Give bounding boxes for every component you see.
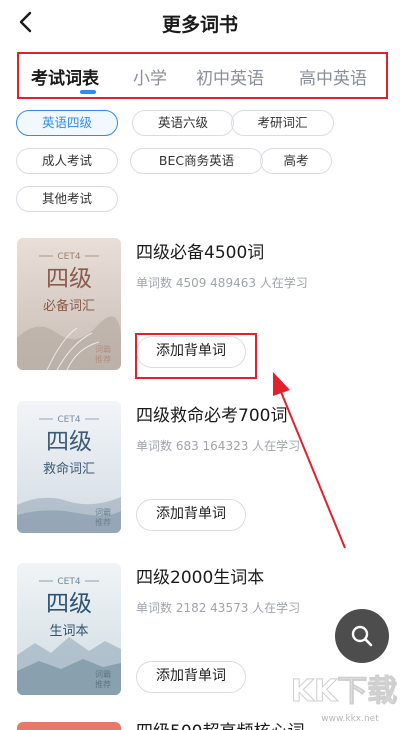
chip-postgrad[interactable]: 考研词汇: [231, 110, 334, 136]
book-meta: 单词数 2182 43573 人在学习: [136, 601, 301, 615]
book-title-partial[interactable]: 四级500超高频核心词: [136, 721, 304, 730]
annotation-highlight-box: [135, 333, 257, 379]
add-to-study-button[interactable]: 添加背单词: [136, 499, 246, 531]
svg-text:词霸: 词霸: [95, 508, 111, 517]
page-title: 更多词书: [161, 14, 238, 36]
cover-title: 四级: [46, 266, 92, 292]
search-icon: [351, 625, 373, 647]
tab-exam-wordlist[interactable]: 考试词表: [31, 64, 99, 89]
cover-tag: CET4: [57, 252, 80, 262]
book-title[interactable]: 四级2000生词本: [136, 563, 264, 588]
watermark-url: www.kkx.net: [321, 714, 379, 724]
header: 更多词书: [0, 0, 400, 44]
svg-text:词霸: 词霸: [95, 670, 111, 679]
cover-title: 四级: [46, 591, 92, 617]
tab-senior-english[interactable]: 高中英语: [299, 64, 367, 89]
book-cover[interactable]: CET4 四级 救命词汇 词霸 推荐: [17, 401, 121, 533]
chip-bec[interactable]: BEC商务英语: [130, 148, 263, 174]
cover-subtitle: 生词本: [49, 624, 88, 639]
cover-title: 四级: [46, 429, 92, 455]
chip-adult-exam[interactable]: 成人考试: [16, 148, 118, 174]
book-meta: 单词数 683 164323 人在学习: [136, 439, 301, 453]
active-tab-indicator: [80, 90, 96, 94]
book-meta: 单词数 4509 489463 人在学习: [136, 276, 308, 290]
watermark: KK下载 www.kkx.net: [288, 655, 398, 727]
chip-other-exams[interactable]: 其他考试: [16, 186, 118, 212]
svg-text:推荐: 推荐: [95, 517, 111, 527]
add-to-study-button[interactable]: 添加背单词: [136, 661, 246, 693]
book-cover-partial[interactable]: [17, 722, 121, 730]
book-cover[interactable]: CET4 四级 必备词汇 词霸 推荐: [17, 238, 121, 370]
book-title[interactable]: 四级救命必考700词: [136, 401, 287, 426]
cover-tag: CET4: [57, 415, 80, 425]
svg-text:词霸: 词霸: [95, 345, 111, 354]
chip-gaokao[interactable]: 高考: [260, 148, 332, 174]
svg-text:推荐: 推荐: [95, 679, 111, 689]
category-tabs: 考试词表 小学 初中英语 高中英语: [17, 52, 388, 99]
chip-cet4[interactable]: 英语四级: [16, 110, 118, 136]
cover-subtitle: 救命词汇: [43, 461, 95, 477]
tab-primary-school[interactable]: 小学: [133, 64, 167, 89]
book-item[interactable]: CET4 四级 救命词汇 词霸 推荐 四级救命必考700词 单词数 683 16…: [17, 401, 387, 535]
cover-tag: CET4: [57, 577, 80, 587]
watermark-logo: KK下载: [291, 674, 398, 709]
svg-text:推荐: 推荐: [95, 354, 111, 364]
tab-junior-english[interactable]: 初中英语: [196, 64, 264, 89]
book-cover[interactable]: CET4 四级 生词本 词霸 推荐: [17, 563, 121, 695]
cover-subtitle: 必备词汇: [43, 298, 95, 314]
book-title[interactable]: 四级必备4500词: [136, 238, 264, 263]
chip-cet6[interactable]: 英语六级: [132, 110, 234, 136]
